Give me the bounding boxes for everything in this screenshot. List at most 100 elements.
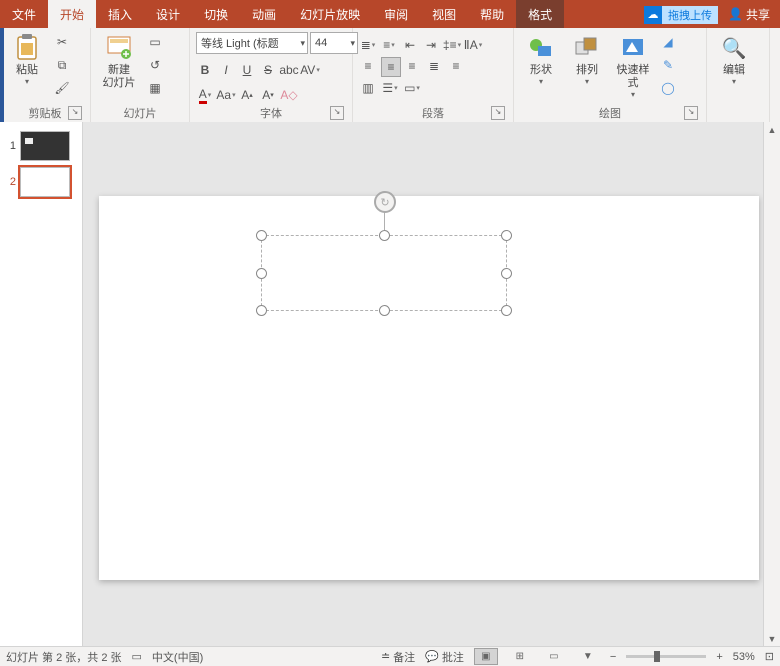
section-icon: ▦ xyxy=(149,81,160,95)
layout-button[interactable]: ▭ xyxy=(145,32,165,52)
bucket-icon: ◢ xyxy=(663,35,672,49)
scroll-down-button[interactable]: ▼ xyxy=(764,631,780,647)
thumb-slide-2[interactable]: 2 xyxy=(0,164,82,200)
columns-button[interactable]: ▥ xyxy=(359,79,377,97)
find-icon: 🔍 xyxy=(720,34,748,62)
language-indicator[interactable]: 中文(中国) xyxy=(152,649,203,665)
font-size-combo[interactable]: 44 xyxy=(310,32,358,54)
resize-handle-b[interactable] xyxy=(379,305,390,316)
tab-animation[interactable]: 动画 xyxy=(240,0,288,28)
tab-design[interactable]: 设计 xyxy=(144,0,192,28)
paste-button[interactable]: 粘贴 ▾ xyxy=(6,32,48,86)
resize-handle-bl[interactable] xyxy=(256,305,267,316)
spellcheck-button[interactable]: ▭ xyxy=(132,650,142,663)
tab-home[interactable]: 开始 xyxy=(48,0,96,28)
arrange-button[interactable]: 排列▾ xyxy=(566,32,608,86)
resize-handle-l[interactable] xyxy=(256,268,267,279)
numbering-button[interactable]: ≡ xyxy=(380,36,398,54)
outdent-button[interactable]: ⇤ xyxy=(401,36,419,54)
comments-button[interactable]: 💬批注 xyxy=(425,649,464,665)
paragraph-launcher[interactable]: ↘ xyxy=(491,106,505,120)
view-normal-button[interactable]: ▣ xyxy=(474,648,498,665)
copy-button[interactable]: ⧉ xyxy=(52,55,72,75)
new-slide-button[interactable]: 新建 幻灯片 xyxy=(97,32,141,90)
zoom-value[interactable]: 53% xyxy=(733,651,755,663)
reset-button[interactable]: ↺ xyxy=(145,55,165,75)
slide-edit-area[interactable]: ↻ ▲ ▼ xyxy=(83,122,780,647)
resize-handle-tr[interactable] xyxy=(501,230,512,241)
clipboard-launcher[interactable]: ↘ xyxy=(68,106,82,120)
format-painter-button[interactable]: 🖌 xyxy=(52,78,72,98)
distribute-button[interactable]: ≡ xyxy=(447,57,465,75)
upload-pill[interactable]: ☁ 拖拽上传 xyxy=(644,6,718,24)
cut-button[interactable]: ✂ xyxy=(52,32,72,52)
clear-format-button[interactable]: A◇ xyxy=(280,86,298,104)
line-spacing-button[interactable]: ‡≡ xyxy=(443,36,461,54)
resize-handle-tl[interactable] xyxy=(256,230,267,241)
view-reading-button[interactable]: ▭ xyxy=(542,648,566,665)
align-text-button[interactable]: ☰ xyxy=(381,79,399,97)
resize-handle-t[interactable] xyxy=(379,230,390,241)
thumb-slide-1[interactable]: 1 xyxy=(0,128,82,164)
vertical-scrollbar[interactable]: ▲ ▼ xyxy=(763,122,780,647)
tab-slideshow[interactable]: 幻灯片放映 xyxy=(288,0,372,28)
view-slideshow-button[interactable]: ▼ xyxy=(576,648,600,665)
underline-button[interactable]: U xyxy=(238,61,256,79)
ribbon-tabs: 文件 开始 插入 设计 切换 动画 幻灯片放映 审阅 视图 帮助 格式 ☁ 拖拽… xyxy=(0,0,780,28)
zoom-slider[interactable] xyxy=(626,655,706,658)
shrink-font-button[interactable]: A▾ xyxy=(259,86,277,104)
tab-review[interactable]: 审阅 xyxy=(372,0,420,28)
strike-button[interactable]: S xyxy=(259,61,277,79)
drawing-launcher[interactable]: ↘ xyxy=(684,106,698,120)
align-justify-button[interactable]: ≣ xyxy=(425,57,443,75)
font-launcher[interactable]: ↘ xyxy=(330,106,344,120)
quickstyles-label: 快速样式 xyxy=(612,64,654,90)
tab-file[interactable]: 文件 xyxy=(0,0,48,28)
tab-view[interactable]: 视图 xyxy=(420,0,468,28)
zoom-slider-knob[interactable] xyxy=(654,651,660,662)
change-case-button[interactable]: Aa xyxy=(217,86,235,104)
rotation-handle[interactable]: ↻ xyxy=(374,191,396,213)
zoom-in-button[interactable]: + xyxy=(716,651,722,663)
quickstyles-button[interactable]: 快速样式▾ xyxy=(612,32,654,99)
font-color-button[interactable]: A xyxy=(196,86,214,104)
convert-smartart-button[interactable]: ▭ xyxy=(403,79,421,97)
char-spacing-button[interactable]: AV xyxy=(301,61,319,79)
tab-format[interactable]: 格式 xyxy=(516,0,564,28)
font-name-combo[interactable]: 等线 Light (标题 xyxy=(196,32,308,54)
bullets-button[interactable]: ≣ xyxy=(359,36,377,54)
align-right-button[interactable]: ≡ xyxy=(403,57,421,75)
slide-canvas[interactable]: ↻ xyxy=(99,196,759,580)
section-button[interactable]: ▦ xyxy=(145,78,165,98)
italic-button[interactable]: I xyxy=(217,61,235,79)
fit-window-button[interactable]: ⊡ xyxy=(765,650,774,663)
text-direction-button[interactable]: ⅡA xyxy=(464,36,482,54)
indent-button[interactable]: ⇥ xyxy=(422,36,440,54)
shape-effects-button[interactable]: ◯ xyxy=(658,78,678,98)
resize-handle-br[interactable] xyxy=(501,305,512,316)
shadow-button[interactable]: abc xyxy=(280,61,298,79)
selected-textbox[interactable]: ↻ xyxy=(261,235,507,311)
notes-button[interactable]: ≐备注 xyxy=(381,649,415,665)
tab-help[interactable]: 帮助 xyxy=(468,0,516,28)
book-icon: ▭ xyxy=(132,650,142,663)
tab-insert[interactable]: 插入 xyxy=(96,0,144,28)
scroll-up-button[interactable]: ▲ xyxy=(764,122,780,138)
editing-button[interactable]: 🔍 编辑▾ xyxy=(713,32,755,86)
zoom-out-button[interactable]: − xyxy=(610,651,616,663)
group-font: 等线 Light (标题 44 B I U S abc AV A Aa A▴ A… xyxy=(190,28,353,122)
selection-border xyxy=(261,235,507,311)
shape-fill-button[interactable]: ◢ xyxy=(658,32,678,52)
share-button[interactable]: 👤 共享 xyxy=(718,6,780,23)
tab-transition[interactable]: 切换 xyxy=(192,0,240,28)
arrange-icon xyxy=(573,34,601,62)
shape-outline-button[interactable]: ✎ xyxy=(658,55,678,75)
grow-font-button[interactable]: A▴ xyxy=(238,86,256,104)
align-center-button[interactable]: ≡ xyxy=(381,57,401,77)
effects-icon: ◯ xyxy=(661,81,674,95)
bold-button[interactable]: B xyxy=(196,61,214,79)
view-sorter-button[interactable]: ⊞ xyxy=(508,648,532,665)
align-left-button[interactable]: ≡ xyxy=(359,57,377,75)
resize-handle-r[interactable] xyxy=(501,268,512,279)
shapes-button[interactable]: 形状▾ xyxy=(520,32,562,86)
